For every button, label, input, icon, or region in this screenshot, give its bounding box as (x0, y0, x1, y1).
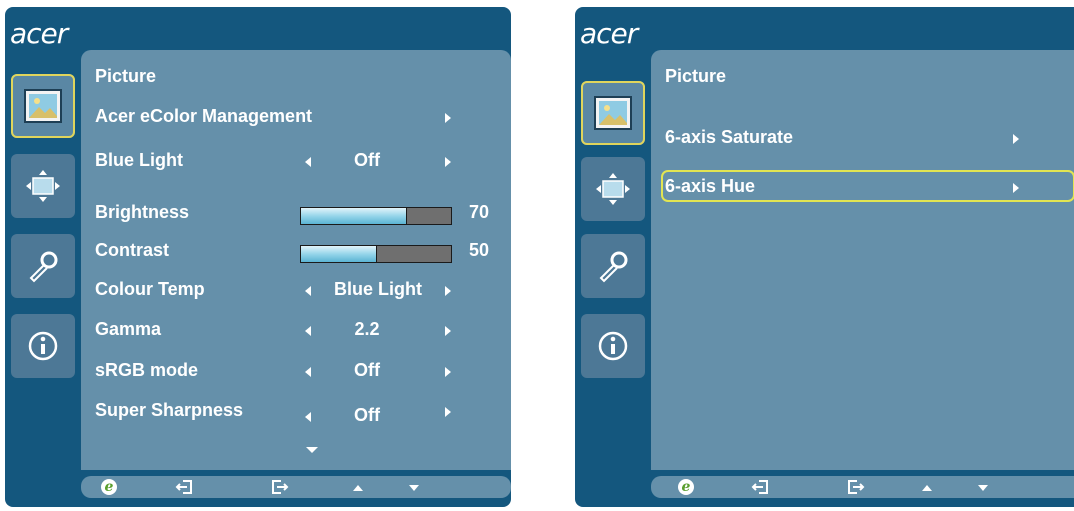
menu-row-label: Colour Temp (95, 279, 205, 299)
info-category-button[interactable] (11, 314, 75, 378)
colour-temp-value: Blue Light (334, 279, 422, 299)
display-category-button[interactable] (581, 157, 645, 221)
srgb-mode-value: Off (354, 360, 380, 380)
menu-row-label: sRGB mode (95, 360, 199, 380)
menu-row-label: Blue Light (95, 150, 183, 170)
settings-wrench-icon (29, 251, 58, 283)
contrast-value: 50 (469, 240, 490, 260)
hotkey-bar: e (81, 476, 511, 498)
settings-category-button[interactable] (11, 234, 75, 298)
increase-arrow-icon[interactable] (445, 326, 451, 336)
up-arrow-icon[interactable] (922, 485, 932, 491)
decrease-arrow-icon[interactable] (305, 157, 311, 167)
super-sharpness-value: Off (354, 405, 380, 425)
osd-menu-right: acer Picture 6-axis Saturate 6-axis Hue … (575, 7, 1074, 507)
acer-logo: acer (10, 17, 68, 50)
display-position-icon (26, 170, 60, 202)
info-category-button[interactable] (581, 314, 645, 378)
increase-arrow-icon[interactable] (445, 286, 451, 296)
exit-icon[interactable] (751, 479, 769, 495)
page-title: Picture (665, 66, 727, 86)
picture-category-button[interactable] (581, 81, 645, 145)
menu-row-6-axis-saturate[interactable]: 6-axis Saturate (651, 123, 1074, 153)
menu-row-acer-ecolor[interactable]: Acer eColor Management (81, 102, 511, 132)
scroll-down-icon[interactable] (306, 447, 318, 453)
submenu-arrow-icon (1013, 183, 1019, 193)
menu-row-srgb-mode[interactable]: sRGB mode Off (81, 356, 511, 386)
submenu-arrow-icon (445, 113, 451, 123)
decrease-arrow-icon[interactable] (305, 412, 311, 422)
increase-arrow-icon[interactable] (445, 407, 451, 417)
display-category-button[interactable] (11, 154, 75, 218)
menu-row-label: Gamma (95, 319, 162, 339)
submenu-arrow-icon (1013, 134, 1019, 144)
up-arrow-icon[interactable] (353, 485, 363, 491)
down-arrow-icon[interactable] (409, 485, 419, 491)
menu-row-label: 6-axis Saturate (665, 127, 794, 147)
picture-settings-panel: Picture Acer eColor Management Blue Ligh… (81, 50, 511, 470)
menu-row-gamma[interactable]: Gamma 2.2 (81, 315, 511, 345)
enter-icon[interactable] (271, 479, 289, 495)
decrease-arrow-icon[interactable] (305, 367, 311, 377)
menu-row-6-axis-hue[interactable]: 6-axis Hue (651, 172, 1074, 202)
menu-row-label: Brightness (95, 202, 190, 222)
down-arrow-icon[interactable] (978, 485, 988, 491)
e-key-icon[interactable]: e (678, 479, 694, 495)
decrease-arrow-icon[interactable] (305, 286, 311, 296)
e-key-icon[interactable]: e (101, 479, 117, 495)
brightness-slider-fill (301, 208, 407, 224)
gamma-value: 2.2 (354, 319, 380, 339)
enter-icon[interactable] (847, 479, 865, 495)
display-position-icon (596, 173, 630, 205)
info-icon (28, 331, 58, 361)
picture-category-button[interactable] (11, 74, 75, 138)
menu-row-blue-light[interactable]: Blue Light Off (81, 146, 511, 176)
picture-icon (24, 89, 62, 123)
increase-arrow-icon[interactable] (445, 157, 451, 167)
menu-row-brightness[interactable]: Brightness 70 (81, 198, 511, 228)
settings-wrench-icon (599, 251, 628, 283)
blue-light-value: Off (354, 150, 380, 170)
decrease-arrow-icon[interactable] (305, 326, 311, 336)
menu-row-super-sharpness[interactable]: Super Sharpness Off (81, 396, 511, 426)
menu-row-label: Super Sharpness (95, 400, 244, 420)
picture-settings-panel: Picture 6-axis Saturate 6-axis Hue (651, 50, 1074, 470)
menu-row-label: 6-axis Hue (665, 176, 756, 196)
brightness-slider[interactable] (300, 207, 452, 225)
info-icon (598, 331, 628, 361)
acer-logo: acer (580, 17, 638, 50)
contrast-slider[interactable] (300, 245, 452, 263)
menu-row-colour-temp[interactable]: Colour Temp Blue Light (81, 275, 511, 305)
settings-category-button[interactable] (581, 234, 645, 298)
menu-row-contrast[interactable]: Contrast 50 (81, 236, 511, 266)
brightness-value: 70 (469, 202, 490, 222)
menu-row-label: Acer eColor Management (95, 106, 313, 126)
menu-row-label: Contrast (95, 240, 170, 260)
page-title: Picture (95, 66, 157, 86)
contrast-slider-fill (301, 246, 377, 262)
hotkey-bar: e (651, 476, 1074, 498)
osd-menu-left: acer Picture Acer eColor Management Blue… (5, 7, 511, 507)
exit-icon[interactable] (175, 479, 193, 495)
picture-icon (594, 96, 632, 130)
increase-arrow-icon[interactable] (445, 367, 451, 377)
